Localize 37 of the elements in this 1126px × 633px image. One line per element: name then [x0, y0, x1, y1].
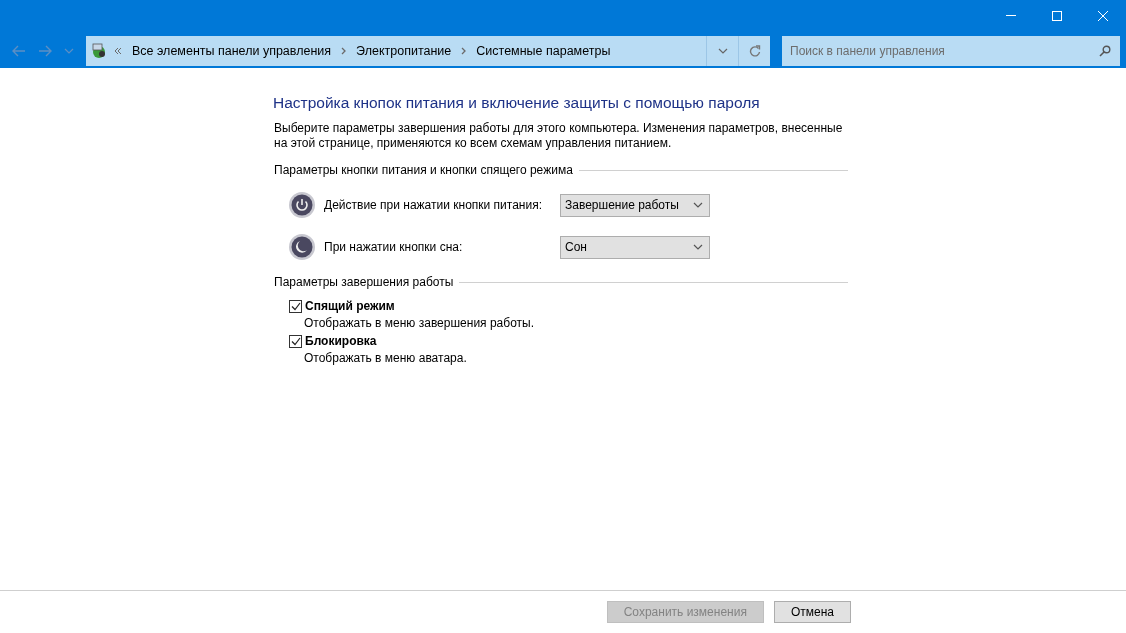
breadcrumb-link[interactable]: Все элементы панели управления [128, 43, 336, 58]
option-description: Отображать в меню аватара. [304, 351, 468, 365]
control-panel-icon [90, 41, 108, 60]
forward-arrow-icon [38, 44, 52, 57]
refresh-icon [748, 44, 761, 57]
search-icon [1099, 44, 1111, 57]
power-icon [288, 191, 316, 219]
maximize-icon [1052, 10, 1062, 21]
chevron-down-icon [64, 47, 74, 54]
moon-icon [288, 233, 316, 261]
breadcrumb-link[interactable]: Системные параметры [472, 43, 615, 58]
chevron-right-icon [461, 46, 467, 55]
option-label: Спящий режим [305, 299, 395, 313]
action-dropdown[interactable]: Сон [560, 235, 710, 259]
setting-label: Действие при нажатии кнопки питания: [324, 198, 543, 212]
search-field[interactable]: Поиск в панели управления [782, 35, 1120, 66]
page-heading: Настройка кнопок питания и включение защиты с помощью пароля [273, 94, 761, 112]
back-arrow-icon [12, 44, 26, 57]
option-label: Блокировка [305, 334, 377, 348]
action-dropdown[interactable]: Завершение работы [560, 193, 710, 217]
section-title: Параметры кнопки питания и кнопки спящего режима [274, 163, 573, 177]
double-chevron-icon [114, 46, 122, 55]
page-description: Выберите параметры завершения работы для этого компьютера. Изменения параметров, внесенные на этой странице, применяются ко всем схемам управления питанием. [274, 121, 844, 151]
setting-label: При нажатии кнопки сна: [324, 240, 464, 254]
chevron-down-icon [693, 244, 703, 250]
cancel-button[interactable]: Отмена [773, 601, 851, 623]
address-bar[interactable]: Все элементы панели управления Электропитание Системные параметры [86, 35, 770, 66]
checkbox[interactable] [289, 299, 302, 313]
section-title: Параметры завершения работы [274, 275, 454, 289]
chevron-down-icon [717, 47, 728, 54]
checkbox[interactable] [289, 334, 302, 348]
minimize-icon [1006, 15, 1016, 16]
close-icon [1098, 10, 1108, 21]
chevron-right-icon [341, 46, 347, 55]
option-description: Отображать в меню завершения работы. [304, 316, 535, 330]
chevron-down-icon [693, 202, 703, 208]
breadcrumb-link[interactable]: Электропитание [352, 43, 456, 58]
